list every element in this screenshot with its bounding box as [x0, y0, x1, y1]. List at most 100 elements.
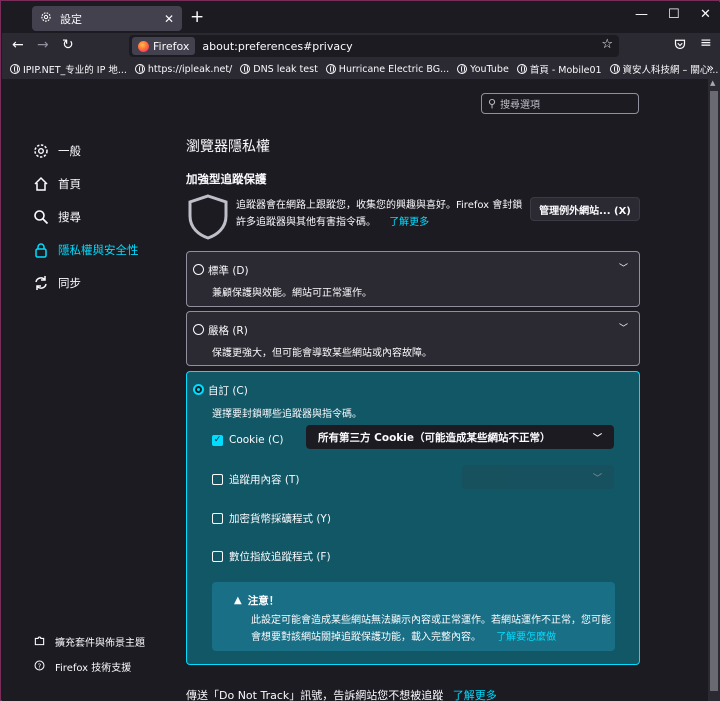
bookmark-star-icon[interactable]: ☆ — [601, 37, 613, 52]
bookmark-label: YouTube — [470, 63, 509, 75]
search-input[interactable]: ⚲ 搜尋選項 — [481, 93, 639, 114]
bookmark-label: 資安人科技網 – 關心... — [622, 65, 719, 76]
standard-radio[interactable] — [193, 264, 204, 275]
bookmark-item[interactable]: 資安人科技網 – 關心... — [609, 62, 719, 76]
checkbox[interactable] — [212, 474, 223, 485]
scrollbar[interactable]: ▲ — [708, 79, 720, 701]
checkbox[interactable] — [212, 513, 223, 524]
dnt-learn-more-link[interactable]: 了解更多 — [453, 689, 497, 701]
fingerprinter-checkbox-row[interactable]: 數位指紋追蹤程式 (F) — [212, 549, 331, 564]
shield-icon — [188, 194, 228, 240]
sidebar-item-sync[interactable]: 同步 — [32, 266, 172, 299]
bookmark-label: https://ipleak.net/ — [147, 63, 233, 75]
warning-title: ▲ 注意！ — [234, 593, 279, 608]
globe-icon — [134, 64, 145, 74]
scrollbar-thumb[interactable] — [710, 91, 718, 691]
scroll-up-icon[interactable]: ▲ — [710, 79, 715, 87]
forward-button[interactable]: → — [37, 37, 49, 53]
strict-option-card[interactable]: 嚴格 (R) ﹀ 保護更強大，但可能會導致某些網站或內容故障。 — [186, 311, 640, 366]
firefox-logo-icon — [138, 40, 149, 52]
sidebar-item-label: 搜尋 — [58, 209, 81, 224]
sidebar-item-privacy[interactable]: 隱私權與安全性 — [32, 233, 172, 266]
minimize-button[interactable]: — — [635, 7, 648, 22]
fingerprinter-label: 數位指紋追蹤程式 (F) — [229, 551, 331, 563]
warning-text-body: 此設定可能會造成某些網站無法顯示內容或正常運作。若網站運作不正常，您可能會想要對… — [251, 615, 611, 643]
cookie-select[interactable]: 所有第三方 Cookie（可能造成某些網站不正常） ﹀ — [306, 425, 614, 449]
chevron-down-icon[interactable]: ﹀ — [619, 321, 628, 334]
bookmark-item[interactable]: https://ipleak.net/ — [134, 63, 233, 75]
tracking-content-select[interactable]: ﹀ — [462, 465, 614, 489]
globe-icon — [457, 64, 468, 74]
sidebar-link-label: 擴充套件與佈景主題 — [55, 638, 145, 649]
cryptominer-label: 加密貨幣採礦程式 (Y) — [229, 513, 331, 525]
bookmark-item[interactable]: Hurricane Electric BG... — [325, 63, 450, 75]
close-tab-icon[interactable]: ✕ — [164, 12, 174, 26]
sidebar-item-label: 同步 — [58, 275, 81, 290]
url-bar[interactable]: Firefox about:preferences#privacy ☆ — [129, 35, 619, 57]
identity-label: Firefox — [153, 39, 190, 53]
strict-label: 嚴格 (R) — [208, 325, 248, 337]
bookmark-item[interactable]: DNS leak test — [240, 64, 318, 75]
navigation-toolbar: ← → ↻ Firefox about:preferences#privacy … — [2, 33, 720, 59]
standard-option-card[interactable]: 標準 (D) ﹀ 兼顧保護與效能。網站可正常運作。 — [186, 251, 640, 307]
cryptominer-checkbox-row[interactable]: 加密貨幣採礦程式 (Y) — [212, 511, 331, 526]
section-title: 加強型追蹤保護 — [186, 172, 267, 186]
standard-description: 兼顧保護與效能。網站可正常運作。 — [212, 288, 372, 299]
bookmark-item[interactable]: IPIP.NET_专业的 IP 地... — [10, 62, 127, 76]
help-icon: ? — [34, 660, 46, 674]
globe-icon — [10, 64, 20, 74]
identity-box[interactable]: Firefox — [132, 37, 196, 55]
tab-settings[interactable]: 設定 ✕ — [32, 6, 182, 31]
tracking-content-label: 追蹤用內容 (T) — [229, 474, 300, 486]
globe-icon — [609, 64, 620, 74]
sidebar-item-general[interactable]: 一般 — [32, 134, 172, 167]
custom-radio[interactable] — [193, 384, 204, 395]
learn-more-link[interactable]: 了解更多 — [389, 217, 429, 228]
svg-text:?: ? — [38, 662, 42, 670]
checkmark-icon[interactable]: ✓ — [212, 434, 223, 446]
pocket-icon[interactable] — [674, 38, 686, 53]
cookie-label: Cookie (C) — [229, 434, 284, 446]
manage-exceptions-button[interactable]: 管理例外網站... (X) — [530, 197, 640, 221]
sidebar-item-home[interactable]: 首頁 — [32, 167, 172, 200]
cookie-checkbox-row[interactable]: ✓ Cookie (C) — [212, 434, 284, 446]
category-sidebar: 一般 首頁 搜尋 隱私權與安全性 同步 — [32, 134, 172, 299]
globe-icon — [516, 64, 527, 74]
bookmark-item[interactable]: YouTube — [457, 64, 509, 75]
cookie-select-value: 所有第三方 Cookie（可能造成某些網站不正常） — [318, 431, 551, 444]
reload-button[interactable]: ↻ — [62, 37, 74, 53]
custom-option-card[interactable]: 自訂 (C) 選擇要封鎖哪些追蹤器與指令碼。 ✓ Cookie (C) 所有第三… — [186, 371, 640, 665]
standard-label: 標準 (D) — [208, 265, 249, 277]
more-bookmarks-icon[interactable]: » — [707, 61, 714, 75]
bookmark-item[interactable]: 首頁 - Mobile01 — [516, 62, 602, 76]
new-tab-button[interactable]: + — [190, 7, 204, 27]
home-icon — [32, 175, 50, 193]
chevron-down-icon: ﹀ — [592, 474, 602, 484]
menu-icon[interactable]: ≡ — [700, 35, 712, 51]
sidebar-item-search[interactable]: 搜尋 — [32, 200, 172, 233]
do-not-track-text: 傳送「Do Not Track」訊號，告訴網站您不想被追蹤 了解更多 — [186, 687, 497, 701]
tab-title: 設定 — [60, 12, 82, 26]
bookmark-label: Hurricane Electric BG... — [338, 63, 450, 75]
sync-icon — [32, 274, 50, 292]
sidebar-link-support[interactable]: ? Firefox 技術支援 — [34, 659, 131, 674]
checkbox[interactable] — [212, 551, 223, 562]
bookmark-label: IPIP.NET_专业的 IP 地... — [23, 65, 127, 76]
preferences-page: ⚲ 搜尋選項 一般 首頁 搜尋 隱私權與安全性 同步 擴充套件與佈景主題 ? F… — [2, 79, 720, 701]
bookmark-label: 首頁 - Mobile01 — [529, 65, 602, 76]
tracking-content-checkbox-row[interactable]: 追蹤用內容 (T) — [212, 472, 299, 487]
custom-label: 自訂 (C) — [208, 385, 248, 397]
warning-text: 此設定可能會造成某些網站無法顯示內容或正常運作。若網站運作不正常，您可能會想要對… — [251, 612, 611, 646]
etp-description-text: 追蹤器會在網路上跟蹤您，收集您的興趣與喜好。Firefox 會封鎖許多追蹤器與其… — [236, 200, 523, 228]
sidebar-link-addons[interactable]: 擴充套件與佈景主題 — [34, 634, 145, 649]
bookmarks-toolbar: IPIP.NET_专业的 IP 地... https://ipleak.net/… — [2, 59, 720, 79]
learn-how-link[interactable]: 了解要怎麼做 — [496, 632, 556, 643]
chevron-down-icon[interactable]: ﹀ — [619, 261, 628, 274]
maximize-button[interactable]: ☐ — [668, 7, 680, 22]
custom-description: 選擇要封鎖哪些追蹤器與指令碼。 — [212, 409, 362, 420]
back-button[interactable]: ← — [12, 37, 24, 53]
url-text[interactable]: about:preferences#privacy — [202, 40, 352, 53]
close-window-button[interactable]: ✕ — [700, 7, 711, 22]
strict-radio[interactable] — [193, 324, 204, 335]
tab-strip: 設定 ✕ + — ☐ ✕ — [2, 2, 720, 33]
